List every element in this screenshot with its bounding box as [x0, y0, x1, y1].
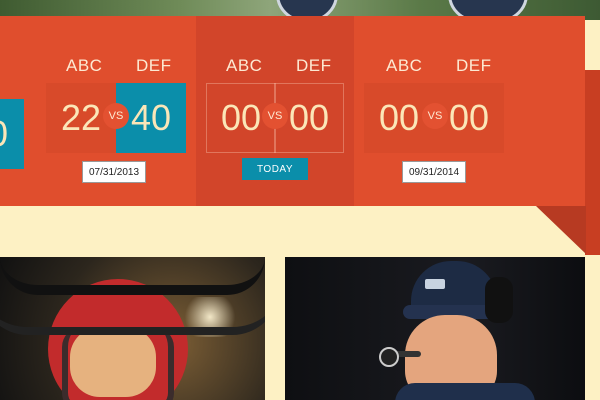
vs-badge: VS: [103, 103, 129, 129]
score-tile-partial[interactable]: 0: [0, 16, 30, 206]
score-tile[interactable]: ABC DEF 00 00 VS 09/31/2014: [356, 16, 516, 206]
coach-headset-photo[interactable]: [285, 257, 585, 400]
game-date: 07/31/2013: [82, 161, 147, 183]
home-team-label: ABC: [66, 56, 103, 75]
home-team-label: ABC: [226, 56, 263, 75]
score-value: 0: [0, 99, 24, 169]
home-team-label: ABC: [386, 56, 423, 75]
vs-badge: VS: [422, 103, 448, 129]
team-logo-icon: [425, 279, 445, 289]
headset-icon: [485, 277, 513, 323]
ribbon-edge: [585, 70, 600, 255]
score-tile[interactable]: ABC DEF 22 40 VS 07/31/2013: [32, 16, 194, 206]
away-team-label: DEF: [296, 56, 332, 75]
game-date: 09/31/2014: [402, 161, 467, 183]
microphone-icon: [379, 347, 399, 367]
score-tile-today[interactable]: ABC DEF 00 00 VS TODAY: [196, 16, 354, 206]
away-team-label: DEF: [456, 56, 492, 75]
player-helmet-photo[interactable]: [0, 257, 265, 400]
away-team-label: DEF: [136, 56, 172, 75]
today-badge[interactable]: TODAY: [242, 158, 308, 180]
ribbon-fold: [536, 206, 586, 254]
vs-badge: VS: [262, 103, 288, 129]
